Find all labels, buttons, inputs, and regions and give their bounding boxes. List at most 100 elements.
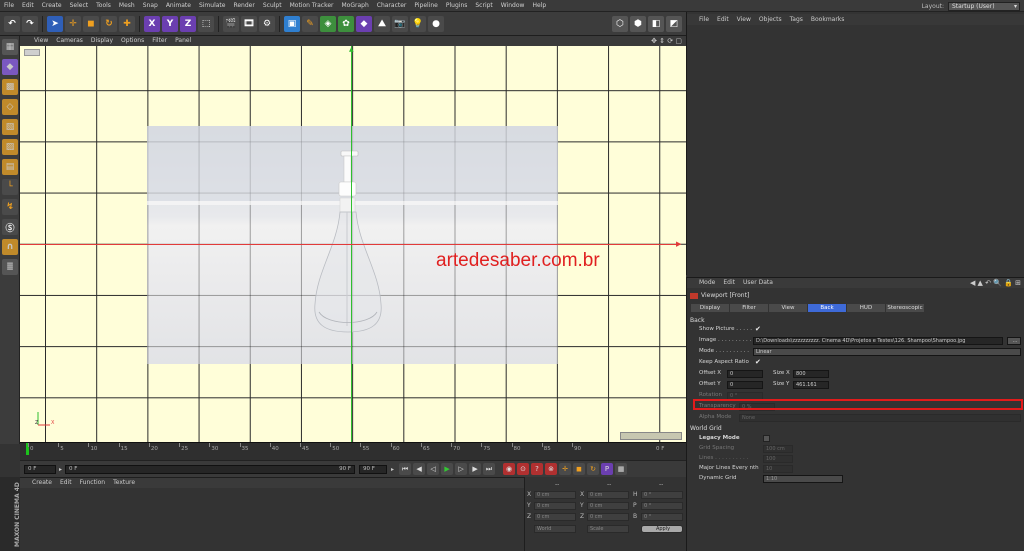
coord-rot-p-field[interactable]: 0 °: [641, 502, 683, 510]
keep-aspect-checkbox[interactable]: ✔: [755, 358, 761, 366]
menu-tools[interactable]: Tools: [92, 0, 115, 12]
y-axis-icon[interactable]: Y: [162, 15, 178, 32]
apply-button[interactable]: Apply: [641, 525, 683, 533]
menu-edit[interactable]: Edit: [18, 0, 38, 12]
move-icon[interactable]: ✛: [65, 15, 81, 32]
object-menu-edit[interactable]: Edit: [713, 14, 733, 25]
key-position-icon[interactable]: ✛: [559, 463, 572, 475]
snap-icon[interactable]: Ⓢ: [2, 219, 18, 235]
coord-pos-x-field[interactable]: 0 cm: [534, 491, 576, 499]
key-parameter-icon[interactable]: P: [601, 463, 614, 475]
viewport-menu-filter[interactable]: Filter: [148, 36, 171, 46]
menu-character[interactable]: Character: [373, 0, 411, 12]
attr-menu-mode[interactable]: Mode: [687, 278, 719, 288]
offset-x-field[interactable]: 0: [727, 370, 763, 378]
object-menu-file[interactable]: File: [687, 14, 713, 25]
end-frame-stepper-icon[interactable]: ▸: [391, 466, 394, 473]
menu-select[interactable]: Select: [66, 0, 93, 12]
show-picture-checkbox[interactable]: ✔: [755, 325, 761, 333]
tab-display[interactable]: Display: [691, 304, 729, 312]
go-to-end-icon[interactable]: ⏭: [483, 463, 496, 475]
previous-key-icon[interactable]: ◀: [413, 463, 426, 475]
x-axis-icon[interactable]: X: [144, 15, 160, 32]
coord-pos-y-field[interactable]: 0 cm: [534, 502, 576, 510]
tweak-mode-icon[interactable]: ↯: [2, 199, 18, 215]
grid-spacing-field[interactable]: 100 cm: [763, 445, 793, 453]
layers-icon[interactable]: ≣: [2, 259, 18, 275]
offset-y-field[interactable]: 0: [727, 381, 763, 389]
current-frame-field[interactable]: 0 F: [24, 464, 56, 474]
menu-pipeline[interactable]: Pipeline: [410, 0, 441, 12]
coordinate-system-icon[interactable]: ⬚: [198, 15, 214, 32]
viewport-menu-cameras[interactable]: Cameras: [52, 36, 87, 46]
undo-icon[interactable]: ↶: [4, 15, 20, 32]
render-picture-viewer-icon[interactable]: 🎞: [241, 15, 257, 32]
layout-select[interactable]: Startup (User): [948, 1, 1020, 11]
play-icon[interactable]: ▶: [441, 463, 454, 475]
camera-icon[interactable]: 📷: [392, 15, 408, 32]
key-pla-icon[interactable]: ▦: [615, 463, 628, 475]
record-position-icon[interactable]: ⊗: [545, 463, 558, 475]
array-icon[interactable]: ✿: [338, 15, 354, 32]
magnet-icon[interactable]: ∩: [2, 239, 18, 255]
coord-pos-z-field[interactable]: 0 cm: [534, 513, 576, 521]
deformer-icon[interactable]: ◆: [356, 15, 372, 32]
attr-menu-edit[interactable]: Edit: [719, 278, 739, 288]
make-editable-icon[interactable]: ⬡: [612, 15, 628, 32]
coord-world-select[interactable]: World: [534, 525, 576, 533]
coord-rot-b-field[interactable]: 0 °: [641, 513, 683, 521]
menu-render[interactable]: Render: [229, 0, 258, 12]
viewport-menu-view[interactable]: View: [20, 36, 52, 46]
menu-mograph[interactable]: MoGraph: [338, 0, 373, 12]
key-rotation-icon[interactable]: ↻: [587, 463, 600, 475]
menu-plugins[interactable]: Plugins: [442, 0, 472, 12]
points-icon[interactable]: ▧: [2, 119, 18, 135]
subdivision-icon[interactable]: ◈: [320, 15, 336, 32]
lines-field[interactable]: 100: [763, 455, 793, 463]
menu-help[interactable]: Help: [528, 0, 550, 12]
next-frame-icon[interactable]: ▷: [455, 463, 468, 475]
material-menu-create[interactable]: Create: [20, 478, 56, 488]
frame-range-slider[interactable]: 0 F 90 F: [65, 464, 356, 474]
rotate-icon[interactable]: ↻: [101, 15, 117, 32]
keyframe-selection-icon[interactable]: ?: [531, 463, 544, 475]
viewport-menu-display[interactable]: Display: [87, 36, 117, 46]
key-scale-icon[interactable]: ◼: [573, 463, 586, 475]
viewport-menu-options[interactable]: Options: [117, 36, 148, 46]
edges-icon[interactable]: ▨: [2, 139, 18, 155]
menu-simulate[interactable]: Simulate: [195, 0, 230, 12]
material-menu-edit[interactable]: Edit: [56, 478, 76, 488]
last-tool-icon[interactable]: ✚: [119, 15, 135, 32]
menu-motion-tracker[interactable]: Motion Tracker: [286, 0, 338, 12]
image-browse-button[interactable]: ...: [1007, 337, 1021, 345]
mode-select[interactable]: Linear: [753, 348, 1021, 356]
texture-mode-icon[interactable]: ▩: [2, 79, 18, 95]
redo-icon[interactable]: ↷: [22, 15, 38, 32]
viewport-menu-panel[interactable]: Panel: [171, 36, 195, 46]
menu-snap[interactable]: Snap: [139, 0, 162, 12]
object-menu-view[interactable]: View: [733, 14, 755, 25]
live-selection-icon[interactable]: ➤: [47, 15, 63, 32]
edit-render-settings-icon[interactable]: ⚙: [259, 15, 275, 32]
cube-icon[interactable]: ▣: [284, 15, 300, 32]
environment-icon[interactable]: ⛰: [374, 15, 390, 32]
workplane-icon[interactable]: ◇: [2, 99, 18, 115]
tab-hud[interactable]: HUD: [847, 304, 885, 312]
scale-icon[interactable]: ◼: [83, 15, 99, 32]
object-menu-bookmarks[interactable]: Bookmarks: [807, 14, 849, 25]
menu-animate[interactable]: Animate: [162, 0, 195, 12]
menu-mesh[interactable]: Mesh: [115, 0, 139, 12]
object-menu-objects[interactable]: Objects: [755, 14, 786, 25]
material-menu-function[interactable]: Function: [76, 478, 110, 488]
menu-file[interactable]: File: [0, 0, 18, 12]
model-mode-icon[interactable]: ▦: [2, 39, 18, 55]
pen-icon[interactable]: ✎: [302, 15, 318, 32]
dynamic-grid-select[interactable]: 1:10: [763, 475, 843, 483]
tab-view[interactable]: View: [769, 304, 807, 312]
tab-stereoscopic[interactable]: Stereoscopic: [886, 304, 924, 312]
points-mode-icon[interactable]: ⬢: [630, 15, 646, 32]
current-frame-stepper-icon[interactable]: ▸: [59, 466, 62, 473]
viewport-navigation-icons[interactable]: ✥ ⇕ ⟳ ▢: [647, 36, 686, 46]
edges-mode-icon[interactable]: ◧: [648, 15, 664, 32]
autokeying-icon[interactable]: ⊙: [517, 463, 530, 475]
